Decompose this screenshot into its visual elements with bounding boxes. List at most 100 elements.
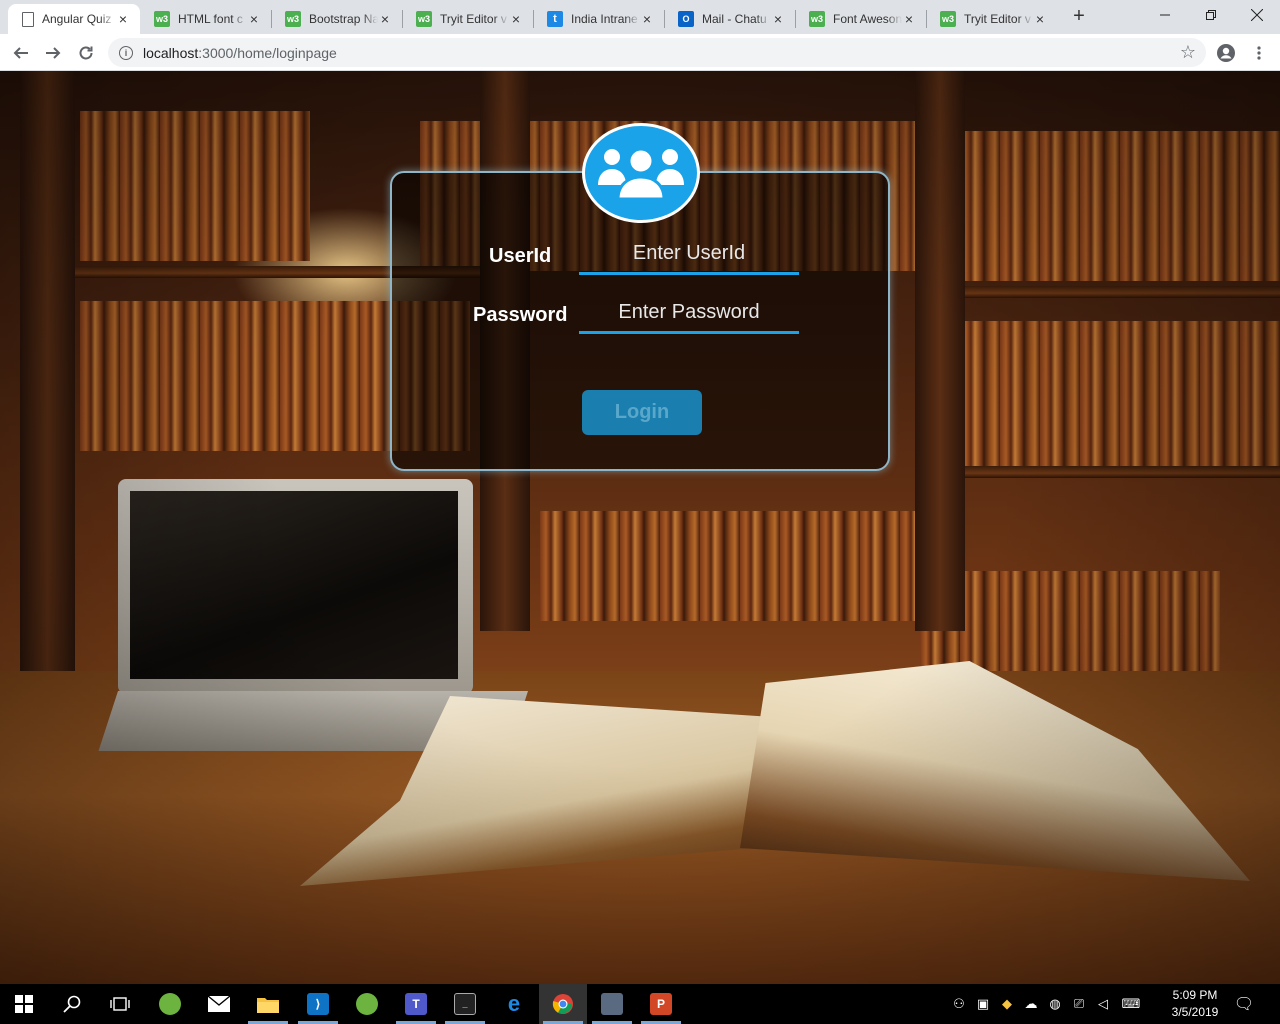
tab-tryit-editor-2[interactable]: w3 Tryit Editor v × (926, 4, 1057, 34)
vscode-app[interactable]: ⟩ (294, 984, 342, 1024)
tab-bootstrap[interactable]: w3 Bootstrap Na × (271, 4, 402, 34)
network-icon[interactable]: ⎚ (1070, 995, 1088, 1013)
sql-app[interactable] (588, 984, 636, 1024)
edge-app[interactable]: e (490, 984, 538, 1024)
close-icon (1251, 9, 1263, 21)
tab-angular-quiz[interactable]: Angular Quiz × (8, 4, 140, 34)
close-icon[interactable]: × (640, 12, 654, 26)
login-button[interactable]: Login (582, 390, 702, 435)
url-host: localhost (143, 44, 199, 61)
teams-tray-icon[interactable]: ▣ (974, 995, 992, 1013)
spring-tool-app[interactable] (146, 984, 194, 1024)
avatar (582, 123, 700, 223)
search-button[interactable] (48, 984, 96, 1024)
login-card: UserId Password Login (390, 123, 890, 471)
mail-app[interactable] (195, 984, 243, 1024)
shield-icon[interactable]: ◆ (998, 995, 1016, 1013)
tab-india-intranet[interactable]: t India Intrane × (533, 4, 664, 34)
leaf-icon (159, 993, 181, 1015)
tab-label: Bootstrap Na (309, 12, 378, 26)
clock-date: 3/5/2019 (1171, 1005, 1219, 1019)
t-icon: t (547, 11, 563, 27)
onedrive-icon[interactable]: ☁ (1022, 995, 1040, 1013)
people-icon[interactable]: ⚇ (950, 995, 968, 1013)
minimize-button[interactable] (1142, 0, 1188, 30)
minimize-icon (1160, 14, 1170, 16)
outlook-icon: O (678, 11, 694, 27)
new-tab-button[interactable]: + (1068, 6, 1090, 28)
close-icon[interactable]: × (771, 12, 785, 26)
reload-icon (79, 46, 93, 60)
tab-label: Angular Quiz (42, 12, 112, 26)
password-label: Password (473, 304, 568, 326)
close-icon[interactable]: × (902, 12, 916, 26)
close-icon[interactable]: × (509, 12, 523, 26)
envelope-icon (207, 995, 231, 1012)
users-group-icon (598, 147, 684, 201)
search-icon (63, 995, 81, 1013)
tab-mail[interactable]: O Mail - Chatu × (664, 4, 795, 34)
clock[interactable]: 5:09 PM 3/5/2019 (1160, 987, 1230, 1021)
database-icon (601, 993, 623, 1015)
tab-label: Font Aweson (833, 12, 902, 26)
userid-label: UserId (489, 245, 552, 267)
forward-button[interactable] (40, 40, 66, 66)
w3schools-icon: w3 (285, 11, 301, 27)
chrome-icon (552, 994, 573, 1014)
terminal-icon: _ (454, 993, 476, 1015)
close-icon[interactable]: × (247, 12, 261, 26)
powerpoint-icon: P (650, 993, 672, 1015)
close-icon[interactable]: × (1033, 12, 1047, 26)
bookmark-star-icon[interactable]: ☆ (1180, 42, 1196, 63)
back-button[interactable] (8, 40, 34, 66)
document-icon (22, 11, 34, 27)
command-prompt-app[interactable]: _ (441, 984, 489, 1024)
account-circle-icon (1217, 44, 1235, 62)
restore-button[interactable] (1188, 0, 1234, 30)
more-vert-icon (1257, 46, 1261, 60)
task-view-button[interactable] (96, 984, 144, 1024)
browser-toolbar: i localhost:3000/home/loginpage ☆ (0, 34, 1280, 71)
volume-icon[interactable]: ◁ (1094, 995, 1112, 1013)
url-path: :3000/home/loginpage (198, 44, 337, 61)
system-tray: ⚇ ▣ ◆ ☁ ◍ ⎚ ◁ ⌨ (950, 984, 1144, 1024)
tab-label: Tryit Editor v (964, 12, 1031, 26)
file-explorer-app[interactable] (244, 984, 292, 1024)
menu-button[interactable] (1246, 40, 1272, 66)
close-window-button[interactable] (1234, 0, 1280, 30)
userid-input[interactable] (579, 235, 799, 275)
windows-logo-icon (15, 995, 33, 1013)
spring-app[interactable] (343, 984, 391, 1024)
start-button[interactable] (0, 984, 48, 1024)
notification-icon[interactable]: 🗨 (1232, 994, 1256, 1016)
tab-label: Mail - Chatu (702, 12, 767, 26)
teams-app[interactable]: T (392, 984, 440, 1024)
info-icon[interactable]: i (119, 45, 133, 60)
keyboard-icon[interactable]: ⌨ (1118, 995, 1144, 1013)
clock-time: 5:09 PM (1172, 988, 1218, 1002)
w3schools-icon: w3 (940, 11, 956, 27)
tab-font-awesome[interactable]: w3 Font Aweson × (795, 4, 926, 34)
tab-html-font[interactable]: w3 HTML font c × (140, 4, 271, 34)
close-icon[interactable]: × (378, 12, 392, 26)
w3schools-icon: w3 (809, 11, 825, 27)
address-bar[interactable]: i localhost:3000/home/loginpage ☆ (108, 38, 1206, 67)
tab-label: HTML font c (178, 12, 243, 26)
profile-button[interactable] (1213, 40, 1239, 66)
reload-button[interactable] (73, 40, 99, 66)
close-icon[interactable]: × (116, 12, 130, 26)
edge-icon: e (507, 991, 521, 1016)
chrome-app[interactable] (539, 984, 587, 1024)
tab-tryit-editor[interactable]: w3 Tryit Editor v × (402, 4, 533, 34)
w3schools-icon: w3 (416, 11, 432, 27)
restore-icon (1206, 10, 1216, 20)
tab-label: India Intrane (571, 12, 638, 26)
powerpoint-app[interactable]: P (637, 984, 685, 1024)
password-input[interactable] (579, 294, 799, 334)
globe-icon[interactable]: ◍ (1046, 995, 1064, 1013)
url-text[interactable]: localhost:3000/home/loginpage (143, 45, 337, 61)
folder-icon (257, 998, 279, 1013)
page-content: UserId Password Login (0, 71, 1280, 984)
w3schools-icon: w3 (154, 11, 170, 27)
vscode-icon: ⟩ (307, 993, 329, 1015)
